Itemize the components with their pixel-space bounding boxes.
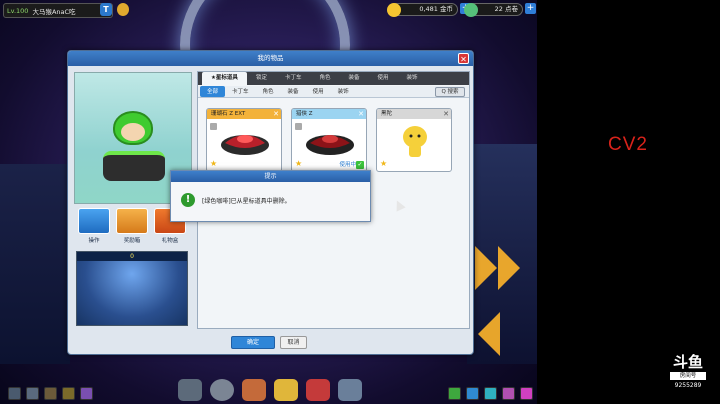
- t-badge[interactable]: T: [100, 3, 112, 16]
- character-image: [403, 126, 427, 157]
- points-icon: [464, 3, 478, 17]
- room-label: 房间号: [670, 372, 706, 380]
- stream-overlay-panel: [537, 0, 720, 404]
- background-city-left: [0, 164, 70, 364]
- chat-icon[interactable]: [466, 387, 479, 400]
- club-icon[interactable]: [484, 387, 497, 400]
- item-card[interactable]: 猎侠 Z ✕ ★ 使用中 ✓: [291, 108, 367, 172]
- garage-icon[interactable]: [178, 379, 202, 401]
- coin-shop-icon[interactable]: [117, 3, 129, 16]
- tab-kart[interactable]: 卡丁车: [276, 72, 311, 85]
- background-chevron: [475, 246, 497, 290]
- main-tabs: ★星标道具 锁定 卡丁车 角色 装备 使用 装饰: [198, 72, 469, 85]
- lock-icon: [210, 123, 217, 130]
- character-avatar: [103, 111, 165, 181]
- star-icon: ★: [295, 159, 303, 168]
- remove-star-icon[interactable]: ✕: [358, 110, 364, 118]
- room-number: 9255289: [674, 382, 702, 389]
- dialog-message: [绿色咖啡]已从星标道具中删除。: [202, 198, 291, 205]
- gift-box-label: 礼物盒: [161, 238, 179, 244]
- screen: Lv.100 大马猴AnaC吃 T 0,481 金币 + 22 点卷 + 我的物…: [0, 0, 720, 404]
- game-scene: Lv.100 大马猴AnaC吃 T 0,481 金币 + 22 点卷 + 我的物…: [0, 0, 537, 404]
- subtab-all[interactable]: 全部: [200, 86, 226, 97]
- search-button[interactable]: Q 搜索: [435, 87, 465, 97]
- star-icon: ★: [380, 159, 388, 168]
- points-display: 22 点卷: [464, 3, 523, 17]
- item-card[interactable]: 黑陀 ✕ ★: [376, 108, 452, 172]
- coin-icon: [387, 3, 401, 17]
- shop-icon[interactable]: [44, 387, 57, 400]
- in-use-label: 使用中: [339, 162, 356, 168]
- item-title: 黑陀: [377, 109, 451, 119]
- remove-star-icon[interactable]: ✕: [443, 110, 449, 118]
- operate-label: 操作: [88, 238, 100, 244]
- stage-preview: 0: [76, 251, 188, 326]
- friends-icon[interactable]: [448, 387, 461, 400]
- star-icon: ★: [210, 159, 218, 168]
- tab-locked[interactable]: 锁定: [247, 72, 276, 85]
- store-icon[interactable]: [242, 379, 266, 401]
- info-icon: !: [181, 193, 195, 207]
- coins-value: 0,481 金币: [419, 5, 453, 13]
- player-name: 大马猴AnaC吃: [32, 7, 76, 16]
- item-card[interactable]: 珊瑚石 Z EXT ✕ ★: [206, 108, 282, 172]
- window-title: 我的物品: [68, 51, 473, 66]
- mail-icon[interactable]: [62, 387, 75, 400]
- subtab-kart[interactable]: 卡丁车: [225, 86, 256, 97]
- tab-character[interactable]: 角色: [310, 72, 339, 85]
- subtab-usable[interactable]: 使用: [306, 86, 331, 97]
- close-icon[interactable]: ✕: [458, 53, 469, 64]
- tab-starred[interactable]: ★星标道具: [202, 72, 247, 85]
- item-title: 猎侠 Z: [292, 109, 366, 119]
- reward-box-label: 奖励箱: [123, 238, 141, 244]
- market-icon[interactable]: [274, 379, 298, 401]
- points-value: 22 点卷: [494, 5, 518, 13]
- notice-dialog: 提示 ! [绿色咖啡]已从星标道具中删除。: [170, 170, 371, 222]
- background-chevron: [498, 246, 520, 290]
- confirm-button[interactable]: 确定: [231, 336, 275, 349]
- subtab-character[interactable]: 角色: [256, 86, 281, 97]
- sub-tabs: 全部 卡丁车 角色 装备 使用 装饰: [198, 86, 469, 98]
- subtab-equipment[interactable]: 装备: [281, 86, 306, 97]
- kart-image: [221, 135, 269, 155]
- tab-usable[interactable]: 使用: [369, 72, 398, 85]
- tab-decoration[interactable]: 装饰: [398, 72, 427, 85]
- coins-display: 0,481 金币: [387, 3, 458, 17]
- reward-box-button[interactable]: [116, 208, 148, 234]
- dialog-title: 提示: [171, 171, 370, 182]
- lock-icon[interactable]: [26, 387, 39, 400]
- menu-icon[interactable]: [8, 387, 21, 400]
- player-level: Lv.100: [7, 6, 29, 15]
- system-icon[interactable]: [520, 387, 533, 400]
- help-icon[interactable]: [80, 387, 93, 400]
- player-info-bar: Lv.100 大马猴AnaC吃: [3, 3, 113, 18]
- workshop-icon[interactable]: [306, 379, 330, 401]
- cancel-button[interactable]: 取消: [280, 336, 307, 349]
- add-points-button[interactable]: +: [525, 3, 536, 14]
- speedometer-icon[interactable]: [210, 379, 234, 401]
- settings-icon[interactable]: [338, 379, 362, 401]
- tab-equipment[interactable]: 装备: [339, 72, 368, 85]
- check-icon: ✓: [356, 161, 364, 169]
- operate-button[interactable]: [78, 208, 110, 234]
- item-title: 珊瑚石 Z EXT: [207, 109, 281, 119]
- background-chevron: [478, 312, 500, 356]
- remove-star-icon[interactable]: ✕: [273, 110, 279, 118]
- subtab-decoration[interactable]: 装饰: [331, 86, 356, 97]
- lock-icon: [295, 123, 302, 130]
- cv-label: CV2: [608, 134, 648, 155]
- site-logo: 斗鱼: [672, 353, 703, 371]
- event-icon[interactable]: [502, 387, 515, 400]
- stage-value: 0: [77, 252, 187, 261]
- kart-image: [306, 135, 354, 155]
